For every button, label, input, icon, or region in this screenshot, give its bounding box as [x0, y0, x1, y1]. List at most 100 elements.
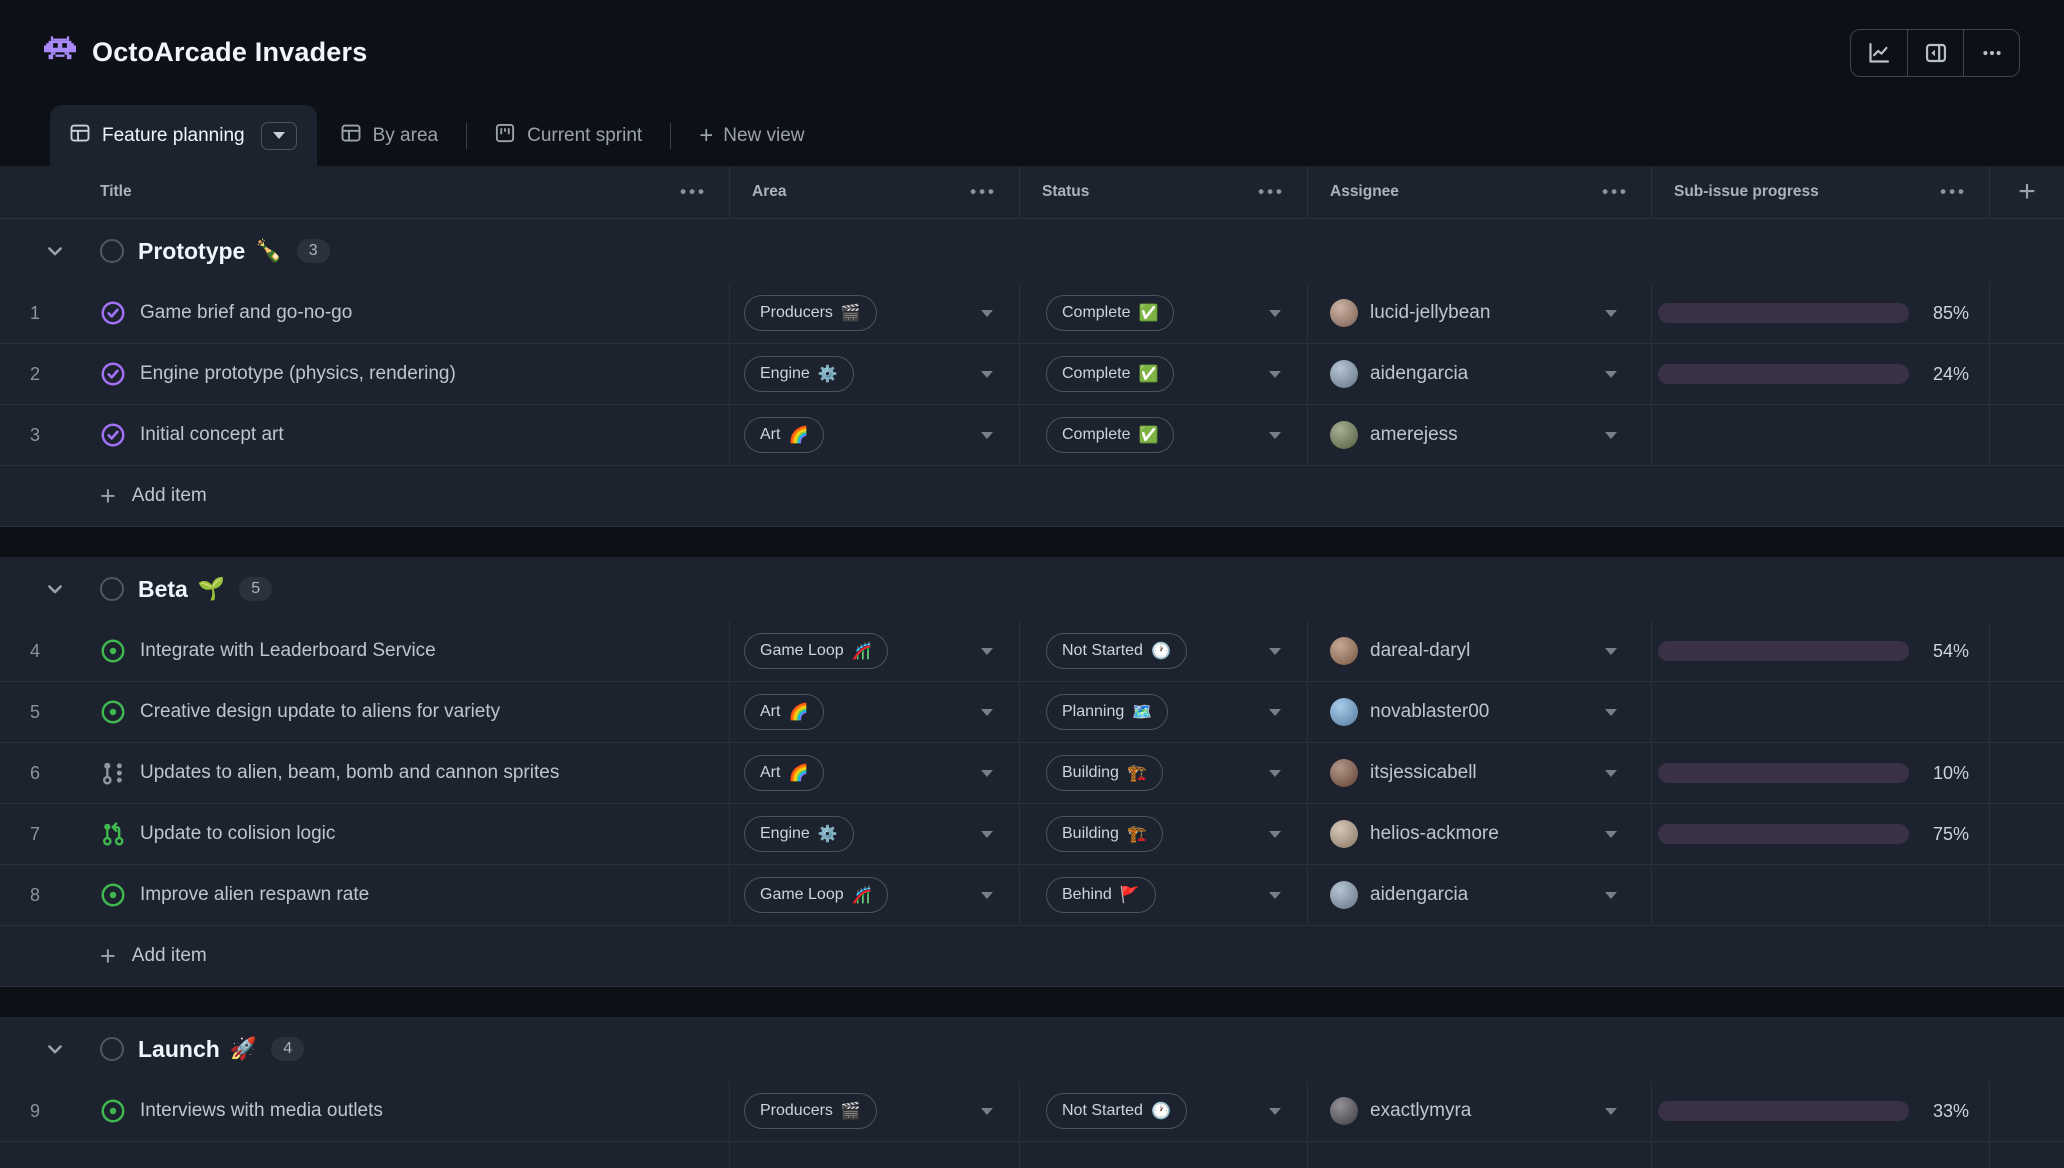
area-cell[interactable]: Game Loop🎢: [730, 621, 1020, 681]
avatar[interactable]: [1330, 1097, 1358, 1125]
new-view-button[interactable]: + New view: [675, 105, 828, 166]
tab-by-area[interactable]: By area: [317, 105, 462, 166]
side-panel-toggle-icon[interactable]: [1907, 30, 1963, 76]
dropdown-caret-icon[interactable]: [981, 310, 993, 317]
assignee-cell[interactable]: aidengarcia: [1308, 865, 1652, 925]
status-chip[interactable]: Planning🗺️: [1046, 694, 1168, 730]
status-chip[interactable]: Not Started🕐: [1046, 1093, 1187, 1129]
status-chip[interactable]: Complete✅: [1046, 356, 1174, 392]
group-header-prototype[interactable]: Prototype🍾 3: [0, 219, 2064, 283]
kebab-menu-icon[interactable]: [1963, 30, 2019, 76]
column-header-status[interactable]: Status •••: [1020, 166, 1308, 218]
column-menu-icon[interactable]: •••: [1258, 182, 1285, 202]
title-cell[interactable]: 8 Improve alien respawn rate: [0, 865, 730, 925]
issue-title[interactable]: Game brief and go-no-go: [140, 302, 372, 324]
area-cell[interactable]: Art🌈: [730, 682, 1020, 742]
area-chip[interactable]: Engine⚙️: [744, 356, 854, 392]
chevron-down-icon[interactable]: [42, 579, 68, 599]
area-cell[interactable]: Engine⚙️: [730, 804, 1020, 864]
assignee-cell[interactable]: aidengarcia: [1308, 344, 1652, 404]
status-chip[interactable]: Behind🚩: [1046, 877, 1156, 913]
area-chip[interactable]: Art🌈: [744, 755, 824, 791]
column-menu-icon[interactable]: •••: [1602, 182, 1629, 202]
column-menu-icon[interactable]: •••: [970, 182, 997, 202]
area-cell[interactable]: Producers🎬: [730, 283, 1020, 343]
avatar[interactable]: [1330, 881, 1358, 909]
area-chip[interactable]: Engine⚙️: [744, 816, 854, 852]
assignee-cell[interactable]: itsjessicabell: [1308, 743, 1652, 803]
dropdown-caret-icon[interactable]: [1605, 648, 1617, 655]
area-chip[interactable]: Art🌈: [744, 694, 824, 730]
status-cell[interactable]: Complete✅: [1020, 405, 1308, 465]
area-cell[interactable]: Producers🎬: [730, 1081, 1020, 1141]
dropdown-caret-icon[interactable]: [981, 892, 993, 899]
title-cell[interactable]: 7 Update to colision logic: [0, 804, 730, 864]
assignee-cell[interactable]: dareal-daryl: [1308, 621, 1652, 681]
area-chip[interactable]: Art🌈: [744, 417, 824, 453]
chevron-down-icon[interactable]: [42, 1039, 68, 1059]
column-menu-icon[interactable]: •••: [680, 182, 707, 202]
dropdown-caret-icon[interactable]: [1605, 892, 1617, 899]
status-cell[interactable]: Behind🚩: [1020, 865, 1308, 925]
dropdown-caret-icon[interactable]: [1605, 1108, 1617, 1115]
column-header-assignee[interactable]: Assignee •••: [1308, 166, 1652, 218]
dropdown-caret-icon[interactable]: [1605, 709, 1617, 716]
area-chip[interactable]: Game Loop🎢: [744, 633, 888, 669]
dropdown-caret-icon[interactable]: [1269, 371, 1281, 378]
issue-title[interactable]: Update to colision logic: [140, 823, 355, 845]
issue-title[interactable]: Initial concept art: [140, 424, 304, 446]
area-chip[interactable]: Game Loop🎢: [744, 877, 888, 913]
insights-line-chart-icon[interactable]: [1851, 30, 1907, 76]
avatar[interactable]: [1330, 637, 1358, 665]
issue-title[interactable]: Updates to alien, beam, bomb and cannon …: [140, 762, 579, 784]
status-chip[interactable]: Complete✅: [1046, 295, 1174, 331]
assignee-cell[interactable]: amerejess: [1308, 405, 1652, 465]
status-cell[interactable]: Not Started🕐: [1020, 1081, 1308, 1141]
status-cell[interactable]: Complete✅: [1020, 344, 1308, 404]
tab-current-sprint[interactable]: Current sprint: [471, 105, 666, 166]
avatar[interactable]: [1330, 360, 1358, 388]
issue-title[interactable]: Integrate with Leaderboard Service: [140, 640, 456, 662]
status-cell[interactable]: Building🏗️: [1020, 743, 1308, 803]
title-cell[interactable]: 4 Integrate with Leaderboard Service: [0, 621, 730, 681]
dropdown-caret-icon[interactable]: [981, 648, 993, 655]
assignee-cell[interactable]: novablaster00: [1308, 682, 1652, 742]
dropdown-caret-icon[interactable]: [1269, 648, 1281, 655]
status-chip[interactable]: Complete✅: [1046, 417, 1174, 453]
status-chip[interactable]: Not Started🕐: [1046, 633, 1187, 669]
dropdown-caret-icon[interactable]: [981, 831, 993, 838]
dropdown-caret-icon[interactable]: [981, 709, 993, 716]
title-cell[interactable]: 9 Interviews with media outlets: [0, 1081, 730, 1141]
status-cell[interactable]: Not Started🕐: [1020, 621, 1308, 681]
column-header-subissue-progress[interactable]: Sub-issue progress •••: [1652, 166, 1990, 218]
dropdown-caret-icon[interactable]: [1605, 432, 1617, 439]
dropdown-caret-icon[interactable]: [981, 432, 993, 439]
dropdown-caret-icon[interactable]: [981, 1108, 993, 1115]
status-chip[interactable]: Building🏗️: [1046, 755, 1163, 791]
assignee-cell[interactable]: exactlymyra: [1308, 1081, 1652, 1141]
chevron-down-icon[interactable]: [42, 241, 68, 261]
status-cell[interactable]: Building🏗️: [1020, 804, 1308, 864]
column-menu-icon[interactable]: •••: [1940, 182, 1967, 202]
avatar[interactable]: [1330, 820, 1358, 848]
dropdown-caret-icon[interactable]: [1269, 709, 1281, 716]
assignee-cell[interactable]: lucid-jellybean: [1308, 283, 1652, 343]
dropdown-caret-icon[interactable]: [1269, 1108, 1281, 1115]
avatar[interactable]: [1330, 299, 1358, 327]
dropdown-caret-icon[interactable]: [1269, 770, 1281, 777]
issue-title[interactable]: Improve alien respawn rate: [140, 884, 389, 906]
area-cell[interactable]: Art🌈: [730, 743, 1020, 803]
group-header-beta[interactable]: Beta🌱 5: [0, 557, 2064, 621]
area-chip[interactable]: Producers🎬: [744, 1093, 877, 1129]
dropdown-caret-icon[interactable]: [1269, 310, 1281, 317]
column-header-title[interactable]: Title •••: [0, 166, 730, 218]
dropdown-caret-icon[interactable]: [1605, 831, 1617, 838]
title-cell[interactable]: 3 Initial concept art: [0, 405, 730, 465]
issue-title[interactable]: Creative design update to aliens for var…: [140, 701, 520, 723]
dropdown-caret-icon[interactable]: [1605, 770, 1617, 777]
add-column-button[interactable]: +: [1990, 166, 2064, 218]
status-cell[interactable]: Complete✅: [1020, 283, 1308, 343]
dropdown-caret-icon[interactable]: [1269, 831, 1281, 838]
add-item-button[interactable]: + Add item: [0, 466, 2064, 527]
title-cell[interactable]: 2 Engine prototype (physics, rendering): [0, 344, 730, 404]
